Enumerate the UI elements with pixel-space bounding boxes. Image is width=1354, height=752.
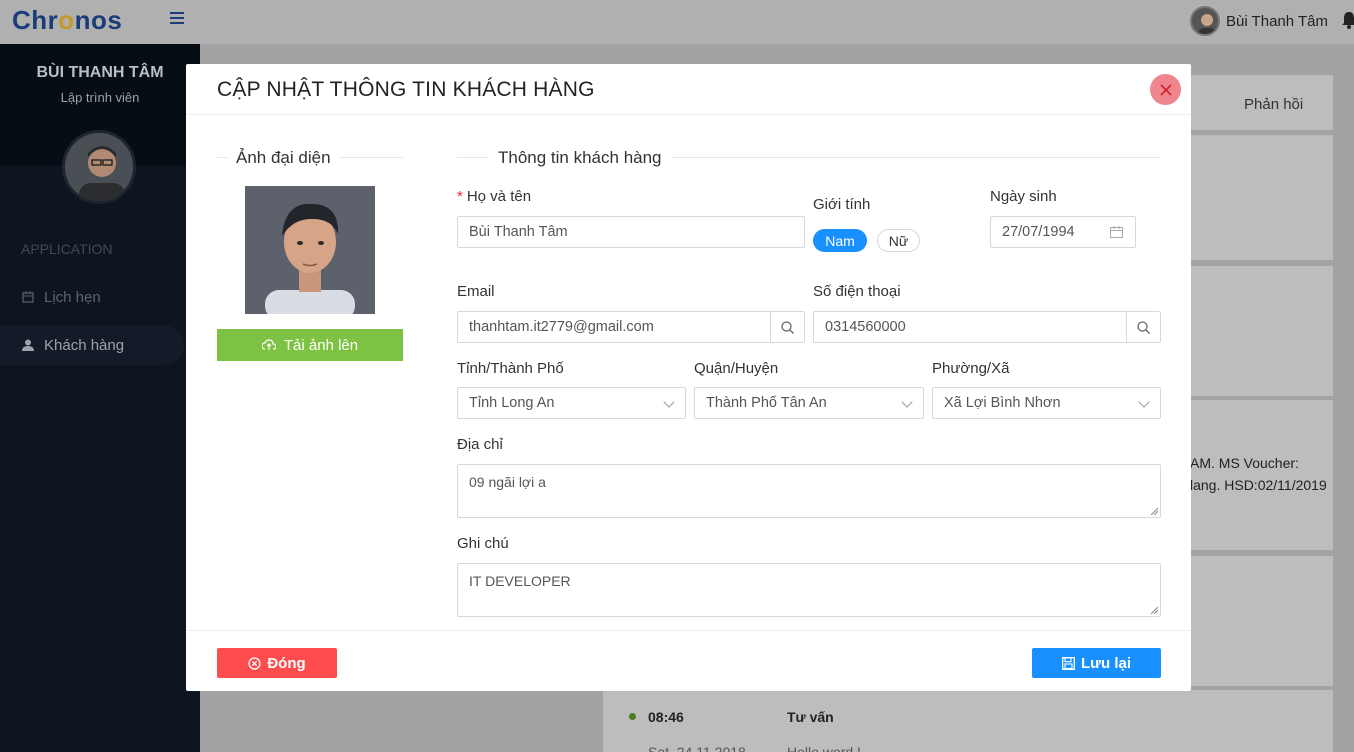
info-section-title: Thông tin khách hàng bbox=[488, 148, 672, 168]
close-button-label: Đóng bbox=[267, 654, 306, 672]
upload-cloud-icon bbox=[261, 339, 276, 350]
ward-select[interactable]: Xã Lợi Bình Nhơn bbox=[932, 387, 1161, 419]
province-select[interactable]: Tỉnh Long An bbox=[457, 387, 686, 419]
top-bar: Chronos Bùi Thanh Tâm bbox=[0, 0, 1354, 44]
sidebar-item-appointments[interactable]: Lịch hẹn bbox=[0, 277, 184, 317]
avatar-section-title: Ảnh đại diện bbox=[228, 148, 339, 168]
resize-handle-icon[interactable] bbox=[1150, 507, 1158, 515]
save-button-label: Lưu lại bbox=[1080, 654, 1132, 672]
tab-feedback[interactable]: Phản hồi bbox=[1244, 96, 1303, 113]
background-text: lang. HSD:02/11/2019 bbox=[1190, 477, 1327, 493]
timeline-date: Sat, 24.11.2018 bbox=[648, 744, 746, 752]
calendar-icon bbox=[22, 291, 34, 303]
upload-photo-label: Tải ảnh lên bbox=[283, 336, 359, 354]
bell-icon[interactable] bbox=[1342, 11, 1354, 29]
chevron-down-icon bbox=[1138, 396, 1150, 408]
phone-search-button[interactable] bbox=[1126, 312, 1160, 342]
timeline-message: Hello word ! bbox=[787, 744, 861, 752]
note-label: Ghi chú bbox=[457, 535, 509, 552]
email-search-button[interactable] bbox=[770, 312, 804, 342]
phone-field[interactable]: 0314560000 bbox=[813, 311, 1161, 343]
dob-date-picker[interactable]: 27/07/1994 bbox=[990, 216, 1136, 248]
user-icon bbox=[22, 339, 34, 351]
save-icon bbox=[1062, 656, 1075, 670]
modal-header: CẬP NHẬT THÔNG TIN KHÁCH HÀNG bbox=[186, 64, 1191, 115]
update-customer-modal: CẬP NHẬT THÔNG TIN KHÁCH HÀNG Ảnh đại di… bbox=[186, 64, 1191, 691]
close-circle-icon bbox=[248, 656, 261, 670]
gender-male-option[interactable]: Nam bbox=[813, 229, 867, 252]
fullname-label: * Họ và tên bbox=[457, 188, 532, 205]
timeline-type: Tư vấn bbox=[787, 709, 834, 725]
save-button[interactable]: Lưu lại bbox=[1032, 648, 1161, 678]
calendar-icon bbox=[1110, 226, 1123, 238]
gender-label: Giới tính bbox=[813, 196, 871, 213]
sidebar-item-label: Lịch hẹn bbox=[44, 288, 101, 306]
background-text: AM. MS Voucher: bbox=[1190, 455, 1299, 471]
email-label: Email bbox=[457, 283, 495, 300]
dob-label: Ngày sinh bbox=[990, 188, 1057, 205]
chevron-down-icon bbox=[901, 396, 913, 408]
timeline-dot bbox=[629, 713, 636, 720]
required-marker: * bbox=[457, 188, 463, 205]
note-textarea[interactable]: IT DEVELOPER bbox=[457, 563, 1161, 617]
fullname-input[interactable]: Bùi Thanh Tâm bbox=[457, 216, 805, 248]
chevron-down-icon bbox=[663, 396, 675, 408]
user-name: Bùi Thanh Tâm bbox=[1225, 12, 1328, 30]
user-menu[interactable]: Bùi Thanh Tâm bbox=[1189, 6, 1328, 36]
resize-handle-icon[interactable] bbox=[1150, 606, 1158, 614]
sidebar-item-label: Khách hàng bbox=[44, 336, 125, 354]
modal-title: CẬP NHẬT THÔNG TIN KHÁCH HÀNG bbox=[217, 78, 595, 101]
district-select[interactable]: Thành Phố Tân An bbox=[694, 387, 924, 419]
close-icon bbox=[1159, 83, 1172, 96]
upload-photo-button[interactable]: Tải ảnh lên bbox=[217, 329, 403, 361]
timeline-time: 08:46 bbox=[648, 709, 684, 725]
sidebar-item-customers[interactable]: Khách hàng bbox=[0, 325, 184, 365]
modal-footer: Đóng Lưu lại bbox=[186, 630, 1191, 691]
phone-label: Số điện thoại bbox=[813, 283, 901, 300]
avatar-photo bbox=[245, 186, 375, 314]
search-icon bbox=[781, 320, 794, 334]
close-button[interactable]: Đóng bbox=[217, 648, 337, 678]
menu-toggle-icon[interactable] bbox=[170, 12, 184, 26]
district-label: Quận/Huyện bbox=[694, 360, 779, 377]
province-label: Tỉnh/Thành Phố bbox=[457, 360, 564, 377]
email-field[interactable]: thanhtam.it2779@gmail.com bbox=[457, 311, 805, 343]
ward-label: Phường/Xã bbox=[932, 360, 1010, 377]
app-logo[interactable]: Chronos bbox=[12, 5, 122, 36]
search-icon bbox=[1137, 320, 1150, 334]
address-textarea[interactable]: 09 ngãi lợi a bbox=[457, 464, 1161, 518]
close-modal-button[interactable] bbox=[1150, 74, 1181, 105]
sidebar-user-role: Lập trình viên bbox=[60, 90, 140, 105]
sidebar: BÙI THANH TÂM Lập trình viên APPLICATION… bbox=[0, 44, 200, 752]
background-card bbox=[603, 690, 1333, 752]
address-label: Địa chỉ bbox=[457, 436, 503, 453]
gender-female-option[interactable]: Nữ bbox=[877, 229, 920, 252]
sidebar-section-title: APPLICATION bbox=[21, 241, 113, 257]
sidebar-avatar bbox=[62, 130, 136, 204]
sidebar-user-name: BÙI THANH TÂM bbox=[36, 64, 164, 81]
avatar bbox=[1189, 6, 1220, 36]
